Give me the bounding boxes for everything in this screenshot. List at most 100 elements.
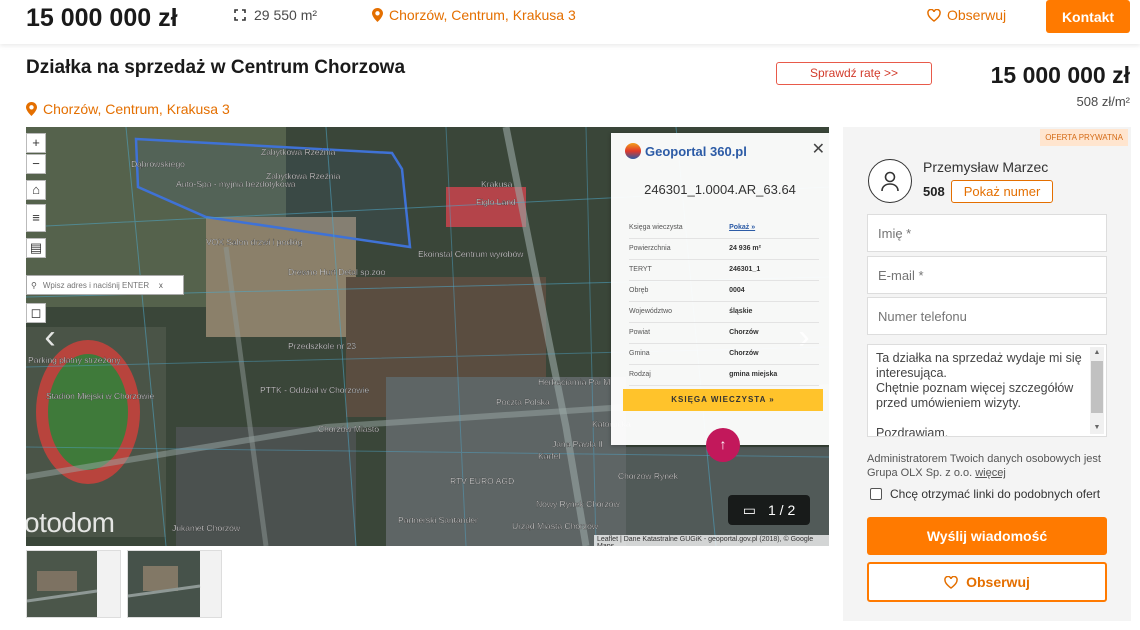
location-pin-icon bbox=[372, 8, 383, 22]
table-row: TERYT 246301_1 bbox=[629, 259, 819, 281]
map-place-label: Jana Pawła II bbox=[552, 439, 603, 449]
row-label: Województwo bbox=[629, 301, 730, 323]
zoom-out-button[interactable]: − bbox=[26, 154, 46, 174]
row-value: 24 936 m² bbox=[729, 238, 819, 260]
table-row: Powierzchnia 24 936 m² bbox=[629, 238, 819, 260]
phone-field[interactable] bbox=[867, 297, 1107, 335]
print-icon[interactable]: ▤ bbox=[26, 238, 46, 258]
area-icon bbox=[234, 9, 246, 21]
row-value: 0004 bbox=[729, 280, 819, 302]
clear-icon[interactable]: x bbox=[159, 281, 163, 290]
search-icon: ⚲ bbox=[31, 280, 37, 290]
message-line bbox=[876, 411, 1084, 426]
thumbnail-2[interactable] bbox=[127, 550, 222, 618]
table-row: Księga wieczysta Pokaż » bbox=[629, 217, 819, 239]
table-row: Rodzaj gmina miejska bbox=[629, 364, 819, 386]
message-textarea[interactable]: Ta działka na sprzedaż wydaje mi się int… bbox=[867, 344, 1107, 437]
photo-gallery[interactable]: Zabytkowa Rzeźnia Zabytkowa Rzeźnia Auto-S… bbox=[26, 127, 829, 546]
checkbox-box[interactable] bbox=[870, 488, 882, 500]
privacy-more-link[interactable]: więcej bbox=[975, 467, 1006, 479]
contact-panel: OFERTA PRYWATNA Przemysław Marzec 508 Po… bbox=[843, 127, 1131, 621]
map-place-label: Jukamet Chorzów bbox=[172, 523, 241, 533]
listing-address-text: Chorzów, Centrum, Krakusa 3 bbox=[43, 101, 230, 117]
map-place-label: VOX Salon drzwi i podłóg bbox=[206, 237, 303, 247]
map-place-label: Auto-Spa - myjnia bezdotykowa bbox=[176, 179, 296, 189]
land-register-button[interactable]: KSIĘGA WIECZYSTA » bbox=[623, 389, 823, 411]
row-label: Księga wieczysta bbox=[629, 217, 730, 239]
message-line: Ta działka na sprzedaż wydaje mi się bbox=[876, 351, 1082, 365]
row-value: gmina miejska bbox=[729, 364, 819, 386]
map-place-label: Karfel bbox=[538, 451, 560, 461]
photo-counter-text: 1 / 2 bbox=[767, 502, 796, 518]
layers-icon[interactable]: ≡ bbox=[26, 204, 46, 232]
table-row: Gmina Chorzów bbox=[629, 343, 819, 365]
row-label: Gmina bbox=[629, 343, 730, 365]
contact-button[interactable]: Kontakt bbox=[1046, 0, 1130, 33]
map-place-label: Stadion Miejski w Chorzowie bbox=[46, 391, 154, 401]
map-search-bar: ⚲ x bbox=[26, 275, 184, 295]
photo-counter[interactable]: ▭ 1 / 2 bbox=[728, 495, 810, 525]
zoom-in-button[interactable]: + bbox=[26, 133, 46, 153]
scroll-down-arrow-icon[interactable]: ▼ bbox=[1090, 422, 1104, 434]
thumbnail-map-image bbox=[27, 551, 120, 617]
row-label: TERYT bbox=[629, 259, 730, 281]
area-value: 29 550 m² bbox=[254, 7, 318, 23]
observe-button[interactable]: Obserwuj bbox=[867, 562, 1107, 602]
row-label: Rodzaj bbox=[629, 364, 730, 386]
name-field[interactable] bbox=[867, 214, 1107, 252]
email-field[interactable] bbox=[867, 256, 1107, 294]
message-line: Pozdrawiam. bbox=[876, 426, 949, 437]
user-icon bbox=[881, 171, 899, 192]
location-pin-icon bbox=[26, 102, 37, 116]
map-search-input[interactable] bbox=[42, 280, 153, 290]
geoportal-logo: Geoportal 360.pl bbox=[625, 143, 747, 159]
geoportal-logo-icon bbox=[625, 143, 641, 159]
geoportal-logo-text: Geoportal 360.pl bbox=[645, 143, 747, 159]
thumbnail-1[interactable] bbox=[26, 550, 121, 618]
header-price: 15 000 000 zł bbox=[26, 4, 178, 32]
scrollbar-thumb[interactable] bbox=[1091, 361, 1103, 413]
message-scrollbar[interactable]: ▲ ▼ bbox=[1090, 347, 1104, 434]
row-label: Powierzchnia bbox=[629, 238, 730, 260]
listing-address[interactable]: Chorzów, Centrum, Krakusa 3 bbox=[26, 101, 230, 117]
heart-icon bbox=[927, 8, 941, 22]
parcel-details-table: Księga wieczysta Pokaż » Powierzchnia 24 9… bbox=[629, 217, 819, 386]
map-place-label: Herbaciarnia Pai M bbox=[538, 377, 610, 387]
map-place-label: Figlo Land bbox=[476, 197, 516, 207]
observe-label: Obserwuj bbox=[966, 574, 1030, 590]
map-place-label: Dąbrowskiego bbox=[131, 159, 185, 169]
geoportal-popup: Geoportal 360.pl ✕ 246301_1.0004.AR_63.6… bbox=[611, 133, 829, 445]
scroll-up-arrow-icon[interactable]: ▲ bbox=[1090, 347, 1104, 359]
map-attribution: Leaflet | Dane Katastralne GUGiK - geopo… bbox=[594, 535, 829, 546]
map-toolbar: + − ⌂ ≡ ▤ bbox=[26, 133, 48, 259]
map-place-label: Przedszkole nr 23 bbox=[288, 341, 356, 351]
header-area: 29 550 m² bbox=[234, 7, 317, 23]
listing-title: Działka na sprzedaż w Centrum Chorzowa bbox=[26, 57, 406, 78]
send-message-button[interactable]: Wyślij wiadomość bbox=[867, 517, 1107, 555]
price-per-sqm: 508 zł/m² bbox=[1076, 94, 1130, 109]
header-observe-button[interactable]: Obserwuj bbox=[927, 7, 1006, 23]
header-location-text: Chorzów, Centrum, Krakusa 3 bbox=[389, 7, 576, 23]
otodom-watermark: otodom bbox=[26, 507, 115, 538]
home-icon[interactable]: ⌂ bbox=[26, 180, 46, 200]
thumbnail-map-image bbox=[128, 551, 221, 617]
table-row: Obręb 0004 bbox=[629, 280, 819, 302]
close-icon[interactable]: ✕ bbox=[812, 139, 825, 159]
row-value: śląskie bbox=[729, 301, 819, 323]
show-kw-link[interactable]: Pokaż » bbox=[729, 217, 819, 239]
map-place-label: Ekoinstal Centrum wyrobów bbox=[418, 249, 524, 259]
map-place-label: Drewno Hurt Detal sp.zoo bbox=[288, 267, 386, 277]
similar-offers-checkbox[interactable]: Chcę otrzymać linki do podobnych ofert bbox=[870, 487, 1100, 501]
row-value: Chorzów bbox=[729, 322, 819, 344]
show-number-button[interactable]: Pokaż numer bbox=[951, 180, 1053, 203]
map-place-label: Nowy Rynek Chorzów bbox=[536, 499, 620, 509]
map-place-label: Zabytkowa Rzeźnia bbox=[261, 147, 335, 157]
row-label: Powiat bbox=[629, 322, 730, 344]
check-rate-button[interactable]: Sprawdź ratę >> bbox=[776, 62, 932, 85]
gallery-prev-arrow[interactable]: ‹ bbox=[38, 317, 62, 357]
scroll-up-button[interactable]: ↑ bbox=[706, 428, 740, 462]
checkbox-label: Chcę otrzymać linki do podobnych ofert bbox=[890, 487, 1101, 501]
table-row: Powiat Chorzów bbox=[629, 322, 819, 344]
header-location[interactable]: Chorzów, Centrum, Krakusa 3 bbox=[372, 7, 576, 23]
map-place-label: Chorzów Rynek bbox=[618, 471, 679, 481]
